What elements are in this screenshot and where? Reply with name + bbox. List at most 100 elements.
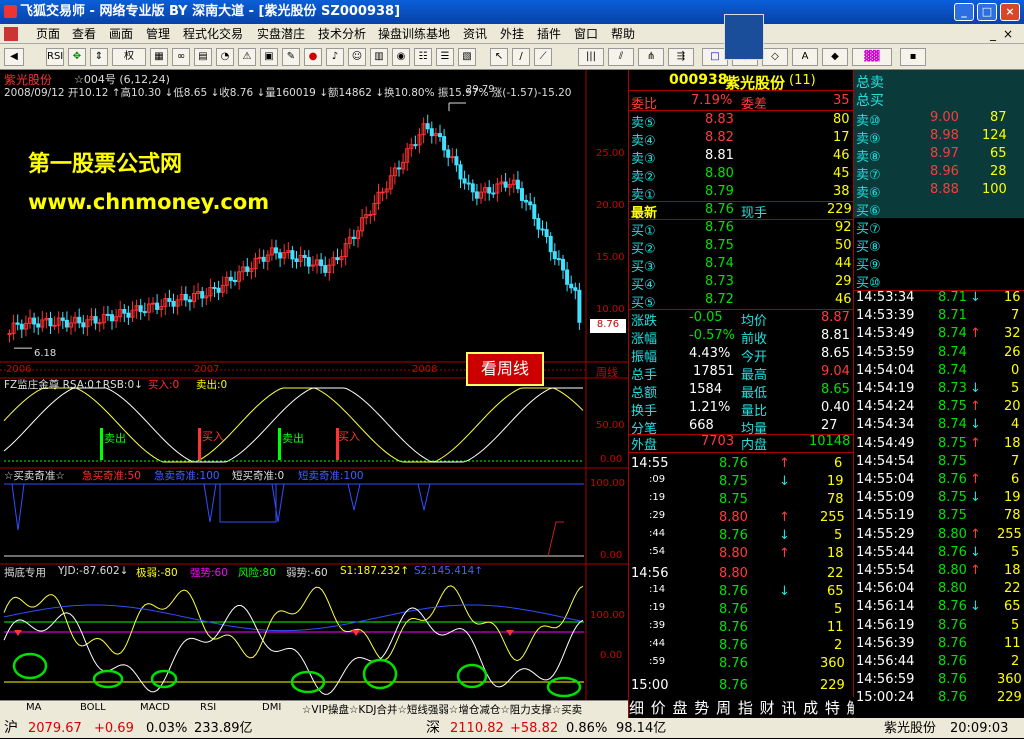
list-icon[interactable]: ☰ — [436, 48, 454, 66]
scroll-icon[interactable]: ⇕ — [90, 48, 108, 66]
status-stock[interactable]: 紫光股份 — [884, 719, 936, 739]
line-icon[interactable]: / — [512, 48, 530, 66]
sell-level-label: 卖⑤ — [631, 116, 656, 131]
maximize-button[interactable]: □ — [977, 3, 997, 21]
menu-help[interactable]: 帮助 — [611, 24, 635, 44]
menu-training[interactable]: 操盘训练基地 — [378, 24, 450, 44]
book-icon[interactable]: ▥ — [370, 48, 388, 66]
side-tick-price: 8.76 — [938, 654, 967, 669]
candle-body — [212, 286, 217, 289]
candle-body — [36, 323, 41, 328]
stat-label-2: 量比 — [741, 404, 768, 419]
ind3-red-arrow — [14, 630, 22, 636]
quote-code: 000938 — [669, 72, 728, 88]
tab-dmi[interactable]: DMI — [262, 702, 281, 713]
side-sell-price: 8.96 — [930, 164, 959, 179]
candle-body — [151, 302, 155, 305]
tick-volume: 22 — [827, 566, 844, 581]
sh-change: +0.69 — [94, 721, 134, 736]
candle-body — [540, 228, 545, 231]
weibi-value: 7.19% — [691, 93, 733, 108]
ind2-c: 短买奇准:0 — [232, 470, 285, 482]
candle-body — [19, 323, 24, 330]
candle-body — [536, 218, 541, 230]
tab-rsi[interactable]: RSI — [200, 702, 216, 713]
menu-plugin-ext[interactable]: 外挂 — [500, 24, 524, 44]
globe-icon[interactable]: ◉ — [392, 48, 410, 66]
bell-icon[interactable]: ♪ — [326, 48, 344, 66]
title-bar: 飞狐交易师 - 网络专业版 BY 深南大道 - [紫光股份 SZ000938] … — [0, 0, 1024, 24]
stat-label: 涨跌 — [631, 314, 658, 329]
weekly-label[interactable]: 周线 — [596, 364, 618, 380]
tab-macd[interactable]: MACD — [140, 702, 170, 713]
ind2-spike — [11, 483, 25, 531]
app-icon — [4, 5, 17, 18]
tool-icon[interactable]: ✎ — [282, 48, 300, 66]
tick-time: :19 — [649, 602, 666, 613]
text-icon[interactable]: A — [792, 48, 818, 66]
glasses-icon[interactable]: ∞ — [172, 48, 190, 66]
close-button[interactable]: × — [1000, 3, 1020, 21]
fox-logo-icon — [724, 14, 764, 60]
mdi-min-icon[interactable]: _ — [990, 24, 996, 44]
tick-arrow: ↓ — [779, 474, 790, 489]
alert-icon[interactable]: ⚠ — [238, 48, 256, 66]
grid-icon[interactable]: ▦ — [150, 48, 168, 66]
menu-hidden-dealer[interactable]: 实盘潜庄 — [257, 24, 305, 44]
menu-window[interactable]: 窗口 — [574, 24, 598, 44]
see-weekly-button[interactable]: 看周线 — [466, 352, 544, 386]
minimize-button[interactable]: _ — [954, 3, 974, 21]
move-icon[interactable]: ✥ — [68, 48, 86, 66]
stat-label: 振幅 — [631, 350, 658, 365]
stop-icon[interactable]: ● — [304, 48, 322, 66]
right-select[interactable]: 权 — [112, 48, 146, 66]
menu-tech-analysis[interactable]: 技术分析 — [318, 24, 366, 44]
lock-icon[interactable]: ▣ — [260, 48, 278, 66]
ray-icon[interactable]: ⟋ — [534, 48, 552, 66]
tick-20: 20.00 — [596, 200, 625, 211]
cursor-icon[interactable]: ↖ — [490, 48, 508, 66]
formula-ticker[interactable]: ☆VIP操盘☆KDJ合并☆短线强弱☆增仓减仓☆阻力支撑☆买卖 — [302, 702, 628, 717]
bars-icon[interactable]: ||| — [578, 48, 604, 66]
menu-program-trade[interactable]: 程式化交易 — [183, 24, 243, 44]
side-tick-time: 14:55:09 — [856, 490, 915, 506]
quote-bottom-tabs[interactable]: 细 价 盘 势 周 指 财 讯 成 特 解 — [629, 697, 862, 717]
side-tick-arrow: ↑ — [970, 563, 981, 578]
pie-icon[interactable]: ◔ — [216, 48, 234, 66]
chart-icon[interactable]: ▤ — [194, 48, 212, 66]
side-tick-arrow: ↑ — [970, 435, 981, 451]
channel-icon[interactable]: ⇶ — [668, 48, 694, 66]
menu-plugins[interactable]: 插件 — [537, 24, 561, 44]
side-tick-volume: 26 — [1004, 344, 1021, 360]
bottom-signal-circle — [92, 669, 124, 689]
fan-icon[interactable]: ⫽ — [608, 48, 634, 66]
fill-icon[interactable]: ◆ — [822, 48, 848, 66]
calc-icon[interactable]: ▧ — [458, 48, 476, 66]
menu-manage[interactable]: 管理 — [146, 24, 170, 44]
side-tick-volume: 5 — [1011, 381, 1020, 396]
side-tick-price: 8.74 — [938, 326, 967, 342]
mdi-close-icon[interactable]: × — [1003, 24, 1013, 44]
color-icon[interactable]: ▓▓ — [852, 48, 892, 66]
stat-label: 总手 — [631, 368, 658, 383]
tab-boll[interactable]: BOLL — [80, 702, 106, 713]
tab-ma[interactable]: MA — [26, 702, 41, 713]
diamond-icon[interactable]: ◇ — [762, 48, 788, 66]
side-sell-label: 卖⑦ — [856, 168, 881, 183]
save-icon[interactable]: ▪ — [900, 48, 926, 66]
buy-level-label: 买④ — [631, 278, 656, 293]
back-icon[interactable]: ◀ — [4, 48, 24, 66]
menu-info[interactable]: 资讯 — [463, 24, 487, 44]
menu-page[interactable]: 页面 — [36, 24, 60, 44]
rsi-button[interactable]: RSI — [46, 48, 64, 66]
buy-level-label: 买② — [631, 242, 656, 257]
side-tick-time: 14:53:49 — [856, 326, 915, 342]
pitch-icon[interactable]: ⋔ — [638, 48, 664, 66]
menu-screen[interactable]: 画面 — [109, 24, 133, 44]
side-tick-volume: 0 — [1011, 362, 1020, 378]
people-icon[interactable]: ☺ — [348, 48, 366, 66]
low-price-label: 6.18 — [34, 348, 57, 359]
chart-area[interactable]: 紫光股份 ☆004号 (6,12,24) 2008/09/12 开10.12 ↑… — [0, 70, 628, 718]
table-icon[interactable]: ☷ — [414, 48, 432, 66]
menu-view[interactable]: 查看 — [72, 24, 96, 44]
